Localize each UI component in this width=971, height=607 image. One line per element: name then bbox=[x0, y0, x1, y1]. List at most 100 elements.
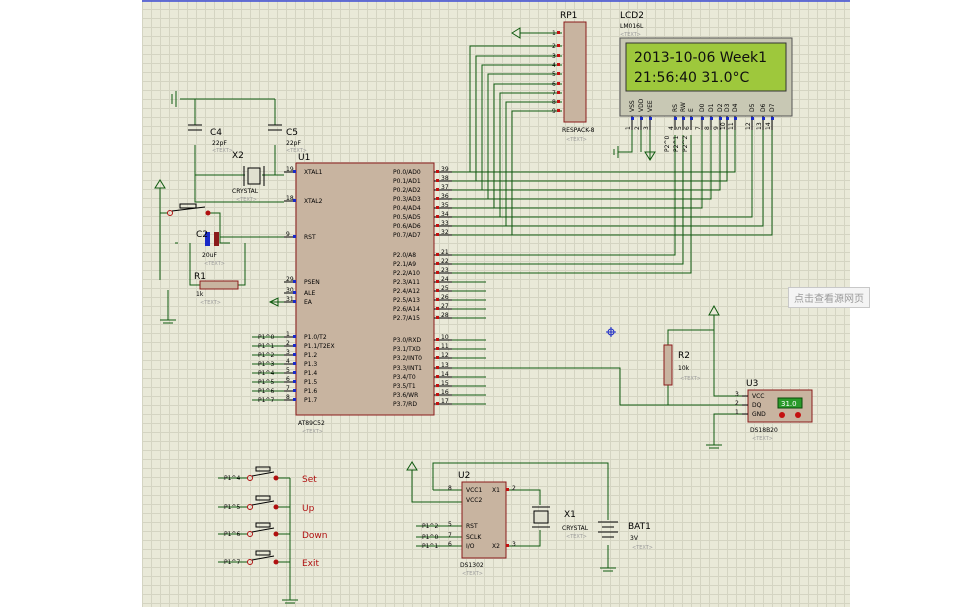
u1-chip[interactable]: U1 AT89C52 <TEXT> XTAL119XTAL218RST9PSEN… bbox=[258, 153, 452, 435]
key-button-cap bbox=[255, 495, 271, 501]
u1-pin-number: 13 bbox=[441, 362, 449, 369]
lcd-pin-name: VEE bbox=[647, 100, 654, 112]
key-button-contact bbox=[247, 559, 253, 565]
key-button-contact bbox=[247, 475, 253, 481]
u1-pin-number: 32 bbox=[441, 229, 449, 236]
u2-pin-number: 3 bbox=[512, 541, 516, 548]
u1-pin-name: P0.0/AD0 bbox=[393, 169, 421, 176]
key-button-contact bbox=[273, 475, 279, 481]
key-button-contact bbox=[273, 531, 279, 537]
key-button-label: Up bbox=[302, 504, 315, 514]
u1-pin-marker bbox=[293, 280, 296, 283]
x1-crystal[interactable]: X1 CRYSTAL <TEXT> bbox=[532, 506, 589, 540]
rp1-part: RESPACK-8 bbox=[562, 127, 595, 134]
u1-pin-name: P1.5 bbox=[304, 379, 317, 386]
key-button-label: Exit bbox=[302, 559, 320, 569]
u2-pin-number: 5 bbox=[448, 521, 452, 528]
c5-capacitor[interactable]: C5 22pF <TEXT> bbox=[268, 124, 307, 154]
lcd-pin-marker bbox=[719, 117, 722, 120]
lcd-pin-number: 1 bbox=[625, 126, 632, 130]
lcd-pin-marker bbox=[726, 117, 729, 120]
key-button-cap bbox=[255, 550, 271, 556]
lcd-pin-number: 3 bbox=[643, 126, 650, 130]
lcd-pin-name: D5 bbox=[749, 103, 756, 112]
lcd-pin-name: D3 bbox=[724, 103, 731, 112]
key-button-lever bbox=[251, 555, 275, 561]
rp1-respack[interactable]: RP1 RESPACK-8 <TEXT> 1 2 3 4 5 6 7 8 9 bbox=[552, 11, 595, 143]
u1-pin-name: P2.4/A12 bbox=[393, 288, 420, 295]
r1-value: 1k bbox=[196, 291, 204, 298]
u3-pin-name: DQ bbox=[752, 402, 762, 409]
u1-pin-marker bbox=[436, 271, 439, 274]
rp1-pin-marker bbox=[557, 44, 560, 47]
c5-value: 22pF bbox=[286, 140, 301, 147]
lcd-pin-name: D0 bbox=[699, 103, 706, 112]
u3-pin-name: VCC bbox=[752, 393, 764, 400]
u1-pin-name: P2.0/A8 bbox=[393, 252, 416, 259]
u1-pin-marker bbox=[436, 393, 439, 396]
c5-text-tag: <TEXT> bbox=[286, 148, 307, 154]
u1-pin-number: 6 bbox=[286, 376, 290, 383]
u1-pin-marker bbox=[293, 389, 296, 392]
u1-pin-marker bbox=[436, 224, 439, 227]
rp1-pin-number: 6 bbox=[552, 81, 556, 88]
u1-pin-name: P0.2/AD2 bbox=[393, 187, 421, 194]
u1-pin-marker bbox=[293, 291, 296, 294]
u2-pin-name: SCLK bbox=[466, 534, 482, 541]
u1-pin-marker bbox=[293, 344, 296, 347]
key-button-net: P1^6 bbox=[224, 531, 240, 538]
lcd-pin-marker bbox=[640, 117, 643, 120]
u1-pin-marker bbox=[436, 384, 439, 387]
u1-pin-name: P1.3 bbox=[304, 361, 317, 368]
lcd-module[interactable]: LCD2 LM016L <TEXT> 2013-10-06 Week1 21:5… bbox=[619, 11, 793, 152]
u1-text-tag: <TEXT> bbox=[302, 429, 323, 435]
u3-ref: U3 bbox=[746, 379, 758, 389]
lcd-pin-marker bbox=[771, 117, 774, 120]
u1-pin-marker bbox=[293, 362, 296, 365]
key-button-exit[interactable]: P1^7 Exit bbox=[224, 550, 320, 569]
u1-pin-number: 35 bbox=[441, 202, 449, 209]
key-button-down[interactable]: P1^6 Down bbox=[224, 522, 328, 541]
u2-rtc[interactable]: U2 DS1302 <TEXT> VCC1 8 VCC2 RST 5 P1^2 SCLK 7 P… bbox=[422, 471, 516, 577]
u1-pin-name: P1.0/T2 bbox=[304, 334, 327, 341]
lcd-pin-number: 2 bbox=[634, 126, 641, 130]
u1-pin-name: P1.1/T2EX bbox=[304, 343, 335, 350]
u1-pin-marker bbox=[436, 366, 439, 369]
r2-resistor[interactable]: R2 10k <TEXT> bbox=[663, 344, 701, 386]
reset-button[interactable] bbox=[167, 203, 211, 216]
bat1-battery[interactable]: BAT1 3V <TEXT> bbox=[598, 521, 653, 551]
u1-pin-number: 12 bbox=[441, 352, 449, 359]
u1-pin-net: P1^3 bbox=[258, 361, 274, 368]
r1-resistor[interactable]: R1 1k <TEXT> bbox=[194, 272, 239, 306]
u1-pin-number: 26 bbox=[441, 294, 449, 301]
key-button-up[interactable]: P1^5 Up bbox=[224, 495, 315, 514]
x2-crystal[interactable]: X2 CRYSTAL <TEXT> bbox=[232, 151, 265, 203]
lcd-pin-number: 12 bbox=[745, 122, 752, 130]
lcd-pin-number: 4 bbox=[668, 126, 675, 130]
u1-pin-number: 8 bbox=[286, 394, 290, 401]
u3-pin-number: 3 bbox=[735, 391, 739, 398]
r2-ref: R2 bbox=[678, 351, 690, 361]
key-button-contact bbox=[273, 559, 279, 565]
u1-pin-marker bbox=[436, 262, 439, 265]
c2-capacitor[interactable]: C2 20uF <TEXT> bbox=[196, 230, 225, 267]
u3-sensor[interactable]: U3 31.0 DS18B20 <TEXT> VCC 3 DQ 2 GND 1 bbox=[735, 379, 813, 442]
lcd-pin-marker bbox=[710, 117, 713, 120]
u1-pin-marker bbox=[436, 179, 439, 182]
rp1-pin-number: 8 bbox=[552, 99, 556, 106]
u1-pin-name: P3.6/WR bbox=[393, 392, 418, 399]
lcd-pin-name: D2 bbox=[717, 103, 724, 112]
u2-pin-name: X2 bbox=[492, 543, 500, 550]
u3-text-tag: <TEXT> bbox=[752, 436, 773, 442]
x1-text-tag: <TEXT> bbox=[566, 534, 587, 540]
lcd-pin-number: 13 bbox=[756, 122, 763, 130]
lcd-pin-marker bbox=[682, 117, 685, 120]
lcd-pin-name: RW bbox=[680, 102, 687, 112]
lcd-pin-marker bbox=[649, 117, 652, 120]
rp1-pin-number: 4 bbox=[552, 62, 556, 69]
key-button-set[interactable]: P1^4 Set bbox=[224, 466, 317, 485]
lcd-pin-name: RS bbox=[672, 104, 679, 112]
view-source-badge[interactable]: 点击查看源网页 bbox=[788, 287, 870, 308]
lcd-pin-name: D1 bbox=[708, 103, 715, 112]
u1-pin-name: PSEN bbox=[304, 279, 320, 286]
